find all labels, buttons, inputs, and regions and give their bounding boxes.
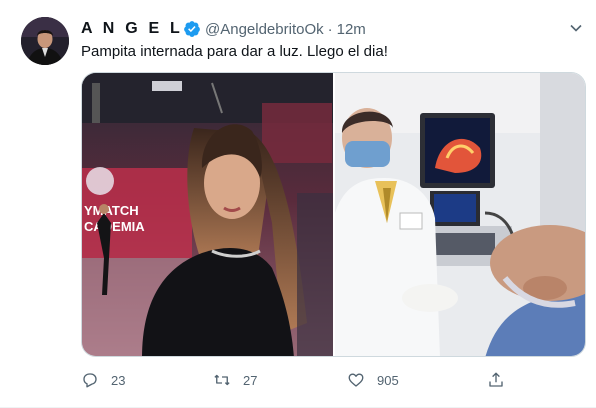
reply-button[interactable]: 23 <box>81 366 125 394</box>
more-caret-icon[interactable] <box>566 18 586 38</box>
avatar[interactable] <box>21 17 69 65</box>
reply-icon <box>83 373 97 388</box>
verified-badge-icon <box>184 21 200 37</box>
retweet-count: 27 <box>243 372 258 388</box>
banner-line-2: CADEMIA <box>84 219 145 234</box>
tweet-text: Pampita internada para dar a luz. Llego … <box>81 43 388 60</box>
tweet-actions: 23 27 905 <box>81 366 511 394</box>
like-icon <box>348 373 364 387</box>
share-icon <box>489 372 503 387</box>
banner-line-1: YMATCH <box>84 203 139 218</box>
tweet-media[interactable]: YMATCH CADEMIA <box>81 72 586 357</box>
timestamp[interactable]: 12m <box>337 21 366 38</box>
reply-count: 23 <box>111 372 126 388</box>
retweet-icon <box>214 374 230 386</box>
display-name[interactable]: A N G E L <box>81 20 183 38</box>
handle[interactable]: @AngeldebritoOk <box>205 21 324 38</box>
avatar-image <box>21 17 69 65</box>
photo-doctor-ultrasound <box>335 73 585 356</box>
like-button[interactable]: 905 <box>347 366 399 394</box>
photo-left[interactable]: YMATCH CADEMIA <box>82 73 333 356</box>
photo-right[interactable] <box>335 73 585 356</box>
like-count: 905 <box>377 372 399 388</box>
separator-dot: · <box>327 20 333 38</box>
tweet[interactable]: A N G E L @AngeldebritoOk · 12m Pampita … <box>0 0 596 408</box>
photo-woman-tv-set: YMATCH CADEMIA <box>82 73 333 356</box>
retweet-button[interactable]: 27 <box>213 366 257 394</box>
share-button[interactable] <box>487 366 505 394</box>
tweet-header: A N G E L @AngeldebritoOk · 12m <box>81 18 366 40</box>
